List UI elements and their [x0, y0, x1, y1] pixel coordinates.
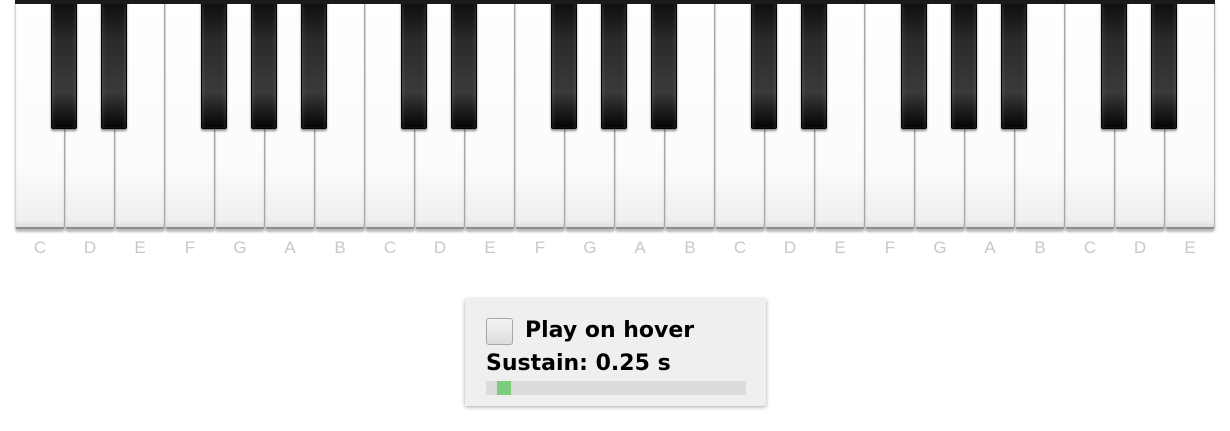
- piano-keyboard: [15, 0, 1215, 232]
- black-key-c-sharp-10[interactable]: [751, 0, 777, 129]
- controls-panel: Play on hover Sustain: 0.25 s: [465, 299, 766, 406]
- black-key-a-sharp-4[interactable]: [301, 0, 327, 129]
- black-key-d-sharp-11[interactable]: [801, 0, 827, 129]
- black-key-g-sharp-8[interactable]: [601, 0, 627, 129]
- note-label: D: [783, 238, 797, 257]
- black-key-f-sharp-12[interactable]: [901, 0, 927, 129]
- note-label: E: [484, 238, 496, 257]
- note-label: F: [884, 238, 896, 257]
- black-key-f-sharp-7[interactable]: [551, 0, 577, 129]
- note-label: F: [534, 238, 546, 257]
- note-label: D: [433, 238, 447, 257]
- black-key-g-sharp-3[interactable]: [251, 0, 277, 129]
- keyboard-top-bar: [15, 0, 1215, 4]
- black-key-g-sharp-13[interactable]: [951, 0, 977, 129]
- play-on-hover-checkbox[interactable]: [486, 318, 513, 345]
- note-label: B: [684, 238, 696, 257]
- black-key-c-sharp-0[interactable]: [51, 0, 77, 129]
- note-label: B: [334, 238, 346, 257]
- note-label: G: [233, 238, 247, 257]
- note-label: G: [583, 238, 597, 257]
- note-label: A: [284, 238, 296, 257]
- note-label: D: [1133, 238, 1147, 257]
- note-label: F: [184, 238, 196, 257]
- sustain-label: Sustain: 0.25 s: [486, 351, 671, 376]
- black-key-d-sharp-1[interactable]: [101, 0, 127, 129]
- note-label: C: [383, 238, 397, 257]
- note-label: A: [984, 238, 996, 257]
- note-label: B: [1034, 238, 1046, 257]
- note-label: C: [33, 238, 47, 257]
- black-key-c-sharp-5[interactable]: [401, 0, 427, 129]
- sustain-slider-thumb[interactable]: [497, 381, 511, 395]
- black-key-a-sharp-14[interactable]: [1001, 0, 1027, 129]
- note-label: A: [634, 238, 646, 257]
- black-key-d-sharp-6[interactable]: [451, 0, 477, 129]
- black-key-a-sharp-9[interactable]: [651, 0, 677, 129]
- sustain-slider[interactable]: [486, 381, 746, 395]
- black-key-d-sharp-16[interactable]: [1151, 0, 1177, 129]
- note-label: C: [1083, 238, 1097, 257]
- play-on-hover-label: Play on hover: [525, 318, 695, 343]
- piano-app: C D E F G A B C D E F G A B C D E F G A B C D E Play on hover S…: [0, 0, 1230, 431]
- black-key-c-sharp-15[interactable]: [1101, 0, 1127, 129]
- note-label: G: [933, 238, 947, 257]
- note-label: E: [1184, 238, 1196, 257]
- note-label: D: [83, 238, 97, 257]
- note-label: E: [134, 238, 146, 257]
- note-label: C: [733, 238, 747, 257]
- black-key-f-sharp-2[interactable]: [201, 0, 227, 129]
- note-label: E: [834, 238, 846, 257]
